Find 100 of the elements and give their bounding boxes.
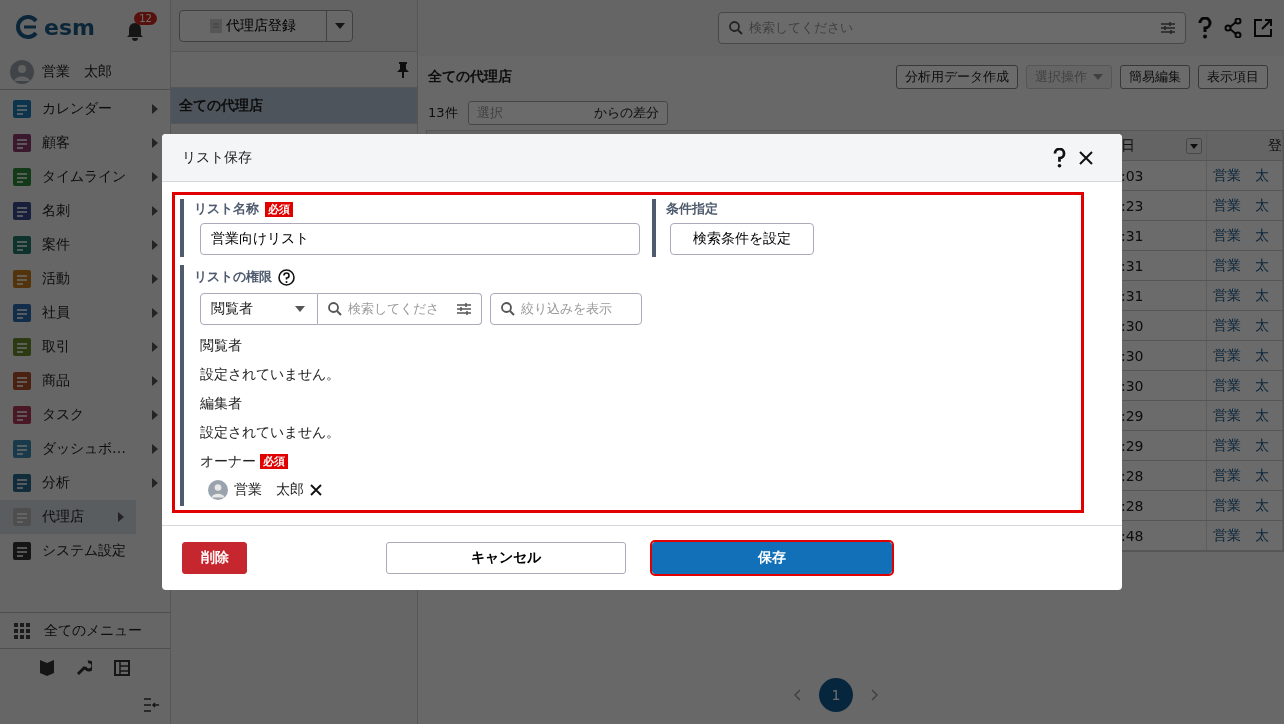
user-link[interactable]: 営業 太 bbox=[1213, 436, 1269, 455]
external-link-icon[interactable] bbox=[1254, 19, 1272, 37]
table-cell: :30 bbox=[1121, 377, 1144, 394]
caret-icon bbox=[152, 444, 159, 454]
previous-page-icon[interactable] bbox=[794, 689, 801, 701]
dialog-button[interactable]: キャンセル bbox=[386, 542, 626, 574]
required-tag: 必須 bbox=[265, 201, 293, 217]
next-page-icon[interactable] bbox=[871, 689, 878, 701]
sidebar-item[interactable]: カレンダー bbox=[0, 92, 171, 126]
sort-dropdown-icon[interactable] bbox=[1186, 137, 1202, 154]
caret-icon bbox=[152, 172, 159, 182]
avatar bbox=[10, 59, 34, 84]
table-cell: :31 bbox=[1121, 227, 1144, 244]
user-link[interactable]: 営業 太 bbox=[1213, 346, 1269, 365]
sidebar-item[interactable]: 取引 bbox=[0, 330, 171, 364]
filter-icon[interactable] bbox=[457, 303, 471, 315]
table-icon[interactable] bbox=[114, 659, 131, 676]
page-button[interactable]: 1 bbox=[819, 678, 853, 712]
field-label: オーナー bbox=[200, 452, 256, 471]
caret-icon bbox=[152, 410, 159, 420]
user-link[interactable]: 営業 太 bbox=[1213, 196, 1269, 215]
book-icon[interactable] bbox=[40, 659, 55, 676]
sidebar-item[interactable]: 社員 bbox=[0, 296, 171, 330]
column-header: 日 bbox=[1121, 136, 1135, 155]
filter-field[interactable]: 絞り込みを表示 bbox=[490, 293, 642, 325]
user-link[interactable]: 営業 太 bbox=[1213, 466, 1269, 485]
user-link[interactable]: 営業 太 bbox=[1213, 526, 1269, 545]
user-link[interactable]: 営業 太 bbox=[1213, 286, 1269, 305]
field-label: 条件指定 bbox=[666, 200, 718, 218]
table-cell: :31 bbox=[1121, 287, 1144, 304]
sidebar-item[interactable]: タイムライン bbox=[0, 160, 171, 194]
all-menu-item[interactable]: 全てのメニュー bbox=[0, 612, 171, 648]
list-item[interactable]: 全ての代理店 bbox=[171, 88, 417, 124]
user-link[interactable]: 営業 太 bbox=[1213, 166, 1269, 185]
search-icon bbox=[729, 21, 743, 35]
table-cell: :28 bbox=[1121, 467, 1144, 484]
required-tag: 必須 bbox=[260, 454, 288, 469]
pin-icon[interactable] bbox=[397, 61, 409, 78]
search-icon bbox=[501, 302, 515, 316]
filter-icon[interactable] bbox=[1161, 22, 1175, 34]
sidebar-item[interactable]: 活動 bbox=[0, 262, 171, 296]
logo-icon bbox=[16, 15, 40, 39]
column-header: 登 bbox=[1268, 136, 1282, 155]
sidebar-item[interactable]: 案件 bbox=[0, 228, 171, 262]
toolbar-button[interactable]: 表示項目 bbox=[1198, 65, 1268, 89]
sidebar-item[interactable]: 分析 bbox=[0, 466, 171, 500]
table-cell: :48 bbox=[1121, 527, 1144, 544]
caret-icon bbox=[152, 376, 159, 386]
caret-icon bbox=[152, 342, 159, 352]
search-icon bbox=[328, 302, 342, 316]
user-link[interactable]: 営業 太 bbox=[1213, 256, 1269, 275]
caret-icon bbox=[152, 308, 159, 318]
dialog-button[interactable]: 保存 bbox=[652, 542, 892, 574]
sidebar-item[interactable]: ダッシュボ… bbox=[0, 432, 171, 466]
bell-icon[interactable] bbox=[126, 22, 145, 42]
user-link[interactable]: 営業 太 bbox=[1213, 496, 1269, 515]
list-name-input[interactable]: 営業向けリスト bbox=[200, 223, 640, 255]
list-title: 全ての代理店 bbox=[428, 68, 512, 86]
toolbar-button[interactable]: 分析用データ作成 bbox=[896, 65, 1018, 89]
remove-icon[interactable] bbox=[310, 484, 322, 496]
set-conditions-button[interactable]: 検索条件を設定 bbox=[670, 223, 814, 255]
toolbar-button[interactable]: 簡易編集 bbox=[1120, 65, 1190, 89]
caret-icon bbox=[152, 240, 159, 250]
caret-icon bbox=[1093, 74, 1103, 80]
field-label: リストの権限 bbox=[194, 268, 272, 286]
sidebar-item[interactable]: システム設定 bbox=[0, 534, 171, 568]
user-search-field[interactable]: 検索してくださ bbox=[318, 293, 482, 325]
role-select[interactable]: 閲覧者 bbox=[200, 293, 318, 325]
close-icon[interactable] bbox=[1078, 149, 1094, 166]
table-cell: :23 bbox=[1121, 197, 1144, 214]
dialog-button[interactable]: 削除 bbox=[182, 542, 247, 574]
help-circle-icon[interactable] bbox=[278, 268, 295, 286]
dialog-title: リスト保存 bbox=[182, 148, 253, 167]
user-name: 営業 太郎 bbox=[42, 62, 112, 81]
table-cell: :28 bbox=[1121, 497, 1144, 514]
empty-message: 設定されていません。 bbox=[200, 364, 341, 384]
notification-badge: 12 bbox=[134, 12, 157, 25]
user-link[interactable]: 営業 太 bbox=[1213, 226, 1269, 245]
grid-icon bbox=[14, 622, 30, 639]
user-link[interactable]: 営業 太 bbox=[1213, 316, 1269, 335]
table-cell: :30 bbox=[1121, 317, 1144, 334]
caret-icon bbox=[152, 138, 159, 148]
user-link[interactable]: 営業 太 bbox=[1213, 406, 1269, 425]
group-label: 閲覧者 bbox=[200, 335, 243, 355]
caret-icon bbox=[334, 22, 345, 29]
sidebar-item[interactable]: 顧客 bbox=[0, 126, 171, 160]
share-icon[interactable] bbox=[1224, 18, 1242, 38]
caret-icon bbox=[152, 206, 159, 216]
user-link[interactable]: 営業 太 bbox=[1213, 376, 1269, 395]
sidebar-item[interactable]: 代理店 bbox=[0, 500, 137, 534]
caret-icon bbox=[152, 104, 159, 114]
collapse-icon[interactable] bbox=[144, 698, 161, 712]
sidebar-item[interactable]: 名刺 bbox=[0, 194, 171, 228]
group-label: 編集者 bbox=[200, 393, 243, 413]
caret-icon bbox=[152, 478, 159, 488]
help-icon[interactable] bbox=[1053, 147, 1066, 168]
logo-text: esm bbox=[44, 14, 95, 40]
field-label: リスト名称 bbox=[194, 200, 259, 218]
sidebar-item[interactable]: タスク bbox=[0, 398, 171, 432]
sidebar-item[interactable]: 商品 bbox=[0, 364, 171, 398]
